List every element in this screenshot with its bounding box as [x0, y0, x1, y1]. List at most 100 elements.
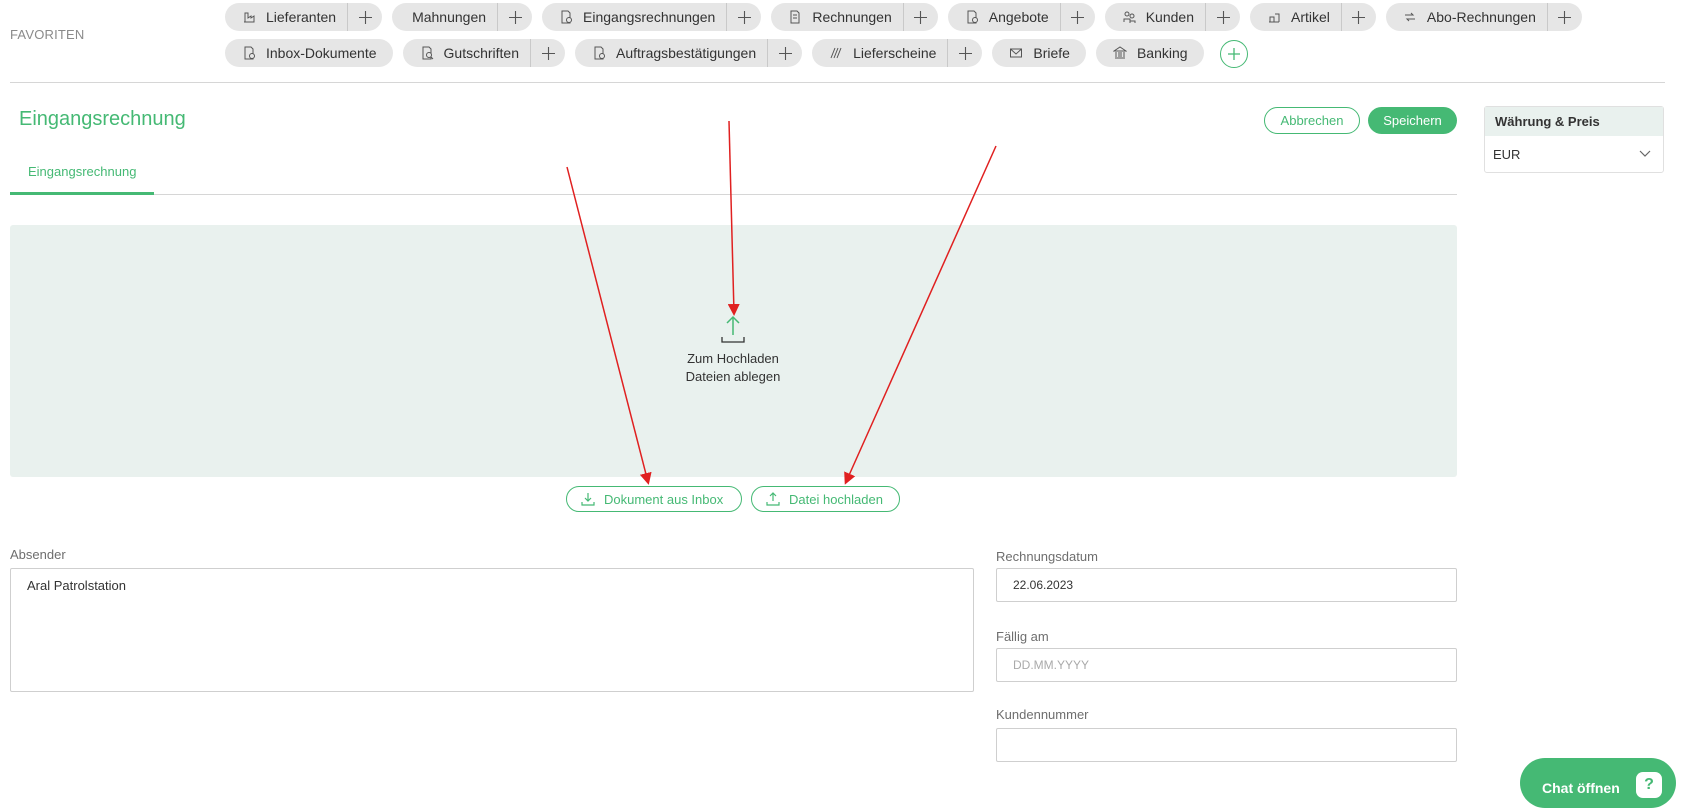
favorite-link-banking[interactable]: Banking [1096, 39, 1204, 67]
plus-icon [508, 10, 522, 24]
add-rechnungen-button[interactable] [902, 3, 938, 31]
favorite-link-eingangsrechnungen[interactable]: Eingangsrechnungen [542, 3, 726, 31]
tab-divider [10, 194, 1457, 195]
favorite-label: Lieferanten [266, 9, 337, 25]
favorite-lieferanten: Lieferanten [225, 3, 383, 31]
favorite-link-auftragsbestätigungen[interactable]: Auftragsbestätigungen [575, 39, 767, 67]
favorite-label: Eingangsrechnungen [583, 9, 716, 25]
add-lieferanten-button[interactable] [347, 3, 382, 31]
favorite-label: Inbox-Dokumente [266, 45, 377, 61]
currency-price-panel-title: Währung & Preis [1485, 107, 1663, 136]
supplier-icon [242, 10, 256, 24]
favorite-link-kunden[interactable]: Kunden [1105, 3, 1205, 31]
currency-select-value: EUR [1493, 146, 1521, 162]
incoming-invoice-icon [559, 10, 573, 24]
page-title: Eingangsrechnung [19, 108, 186, 130]
open-chat-label: Chat öffnen [1542, 780, 1620, 796]
customer-number-field[interactable] [996, 728, 1457, 762]
add-eingangsrechnungen-button[interactable] [726, 3, 761, 31]
favorite-link-angebote[interactable]: Angebote [948, 3, 1060, 31]
favorite-link-lieferscheine[interactable]: Lieferscheine [812, 39, 947, 67]
sender-textarea[interactable]: Aral Patrolstation [10, 568, 974, 692]
favorite-lieferscheine: Lieferscheine [812, 39, 983, 67]
help-badge: ? [1636, 772, 1662, 798]
plus-icon [541, 46, 555, 60]
upload-file-button[interactable]: Datei hochladen [751, 486, 900, 512]
dropzone-text: Zum Hochladen Dateien ablegen [660, 350, 806, 386]
favorite-link-briefe[interactable]: Briefe [992, 39, 1086, 67]
subscription-icon [1403, 10, 1417, 24]
favorite-link-rechnungen[interactable]: Rechnungen [771, 3, 902, 31]
dropzone-text-line2: Dateien ablegen [685, 369, 781, 384]
plus-icon [1352, 10, 1366, 24]
favorite-label: Rechnungen [812, 9, 892, 25]
order-confirmation-icon [592, 46, 606, 60]
plus-icon [1558, 10, 1572, 24]
favorite-label: Lieferscheine [853, 45, 937, 61]
download-icon [581, 493, 595, 506]
favorite-link-abo-rechnungen[interactable]: Abo-Rechnungen [1386, 3, 1547, 31]
favorites-row-2: Inbox-Dokumente Gutschriften Auftragsbestä… [225, 39, 1248, 68]
favorite-link-lieferanten[interactable]: Lieferanten [225, 3, 347, 31]
favorite-label: Kunden [1145, 9, 1194, 25]
tab-eingangsrechnung[interactable]: Eingangsrechnung [28, 164, 136, 179]
add-auftragsbestätigungen-button[interactable] [767, 39, 802, 67]
favorite-briefe: Briefe [992, 39, 1086, 67]
plus-icon [737, 10, 751, 24]
add-gutschriften-button[interactable] [530, 39, 565, 67]
plus-icon [914, 10, 928, 24]
plus-icon [778, 46, 792, 60]
invoice-icon [788, 10, 802, 24]
active-tab-indicator [10, 192, 154, 195]
header-divider [10, 82, 1665, 83]
favorite-banking: Banking [1095, 39, 1204, 67]
favorite-label: Mahnungen [412, 9, 487, 25]
add-favorite-button[interactable] [1219, 40, 1248, 68]
add-lieferscheine-button[interactable] [947, 39, 982, 67]
delivery-note-icon [829, 46, 843, 60]
upload-file-label: Datei hochladen [789, 491, 883, 507]
favorite-link-artikel[interactable]: Artikel [1250, 3, 1341, 31]
favorite-link-inbox-dokumente[interactable]: Inbox-Dokumente [225, 39, 393, 67]
currency-select[interactable]: EUR [1485, 140, 1663, 168]
plus-icon [1216, 10, 1230, 24]
favorite-label: Banking [1136, 45, 1188, 61]
dropzone-text-line1: Zum Hochladen [687, 351, 779, 366]
inbox-document-icon [242, 46, 256, 60]
favorite-label: Auftragsbestätigungen [616, 45, 757, 61]
customers-icon [1122, 10, 1136, 24]
document-from-inbox-button[interactable]: Dokument aus Inbox [566, 486, 742, 512]
sender-label: Absender [10, 547, 66, 562]
cancel-button[interactable]: Abbrechen [1264, 107, 1360, 134]
document-from-inbox-label: Dokument aus Inbox [604, 491, 724, 507]
save-button[interactable]: Speichern [1368, 107, 1457, 134]
plus-icon [358, 10, 372, 24]
favorite-auftragsbestätigungen: Auftragsbestätigungen [575, 39, 803, 67]
favorites-row-1: Lieferanten Mahnungen Eingangsrechnungen Re… [225, 3, 1582, 31]
favorite-link-mahnungen[interactable]: Mahnungen [392, 3, 497, 31]
plus-icon [1071, 10, 1085, 24]
favorite-mahnungen: Mahnungen [392, 3, 533, 31]
favorite-eingangsrechnungen: Eingangsrechnungen [542, 3, 762, 31]
favorite-link-gutschriften[interactable]: Gutschriften [403, 39, 530, 67]
due-date-field[interactable]: DD.MM.YYYY [996, 648, 1457, 682]
invoice-date-field[interactable]: 22.06.2023 [996, 568, 1457, 602]
favorite-gutschriften: Gutschriften [402, 39, 565, 67]
invoice-date-label: Rechnungsdatum [996, 549, 1098, 564]
favorite-label: Angebote [988, 9, 1049, 25]
add-mahnungen-button[interactable] [497, 3, 532, 31]
upload-icon [766, 492, 780, 506]
add-angebote-button[interactable] [1059, 3, 1095, 31]
add-abo-rechnungen-button[interactable] [1546, 3, 1582, 31]
bank-icon [1112, 46, 1127, 60]
favorite-abo-rechnungen: Abo-Rechnungen [1385, 3, 1582, 31]
favorite-artikel: Artikel [1250, 3, 1376, 31]
mail-icon [1009, 46, 1023, 60]
plus-icon [958, 46, 972, 60]
favorite-label: Artikel [1291, 9, 1330, 25]
add-kunden-button[interactable] [1205, 3, 1240, 31]
favorite-angebote: Angebote [947, 3, 1095, 31]
customer-number-label: Kundennummer [996, 707, 1089, 722]
add-artikel-button[interactable] [1340, 3, 1376, 31]
favorite-rechnungen: Rechnungen [771, 3, 938, 31]
